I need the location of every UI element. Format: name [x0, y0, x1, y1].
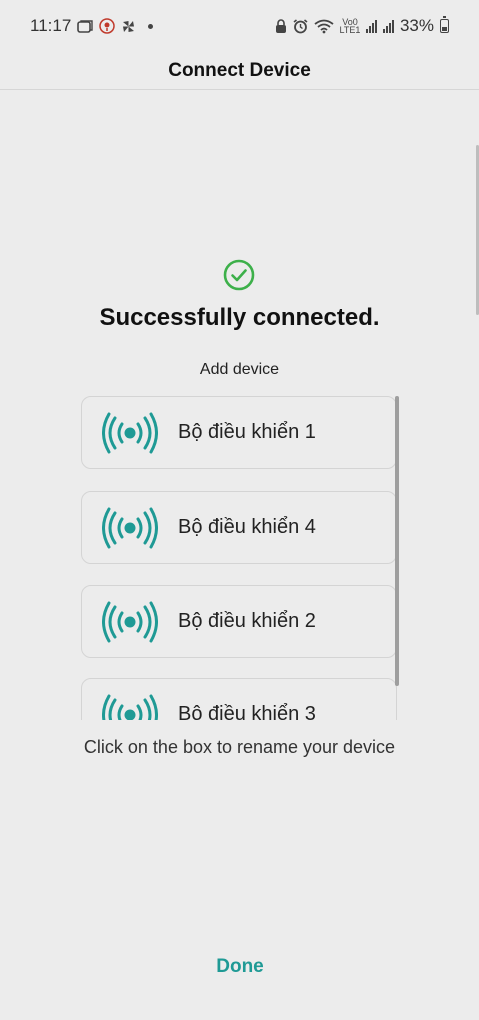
battery-percent: 33% [399, 16, 434, 35]
device-name: Bộ điều khiển 2 [178, 610, 316, 632]
gallery-icon [77, 19, 93, 33]
status-bar: 11:17 Vo0 LTE1 33% [0, 0, 479, 52]
alarm-icon [293, 18, 308, 34]
rename-hint: Click on the box to rename your device [83, 737, 396, 757]
status-bar-right: Vo0 LTE1 33% [275, 16, 449, 36]
location-alert-icon [99, 18, 116, 34]
signal-icon [382, 19, 394, 33]
notification-dot-icon [148, 23, 154, 29]
signal-broadcast-icon [100, 506, 160, 550]
device-list[interactable]: Bộ điều khiển 1 Bộ điều khiển 4 Bộ điều … [81, 396, 399, 720]
add-device-label: Add device [199, 361, 280, 378]
status-time: 11:17 [30, 16, 72, 35]
done-button[interactable]: Done [190, 950, 290, 984]
page-title: Connect Device [0, 52, 479, 90]
success-title: Successfully connected. [99, 304, 380, 331]
signal-broadcast-icon [100, 411, 160, 455]
battery-icon [440, 16, 449, 33]
pinwheel-icon [121, 19, 136, 34]
device-list-scrollbar[interactable] [395, 396, 399, 686]
check-circle-icon [223, 259, 255, 291]
device-card-3[interactable]: Bộ điều khiển 3 [81, 678, 397, 720]
signal-icon [365, 19, 377, 33]
device-card-2[interactable]: Bộ điều khiển 2 [81, 585, 397, 658]
device-card-4[interactable]: Bộ điều khiển 4 [81, 491, 397, 564]
status-bar-left: 11:17 [30, 16, 154, 36]
device-name: Bộ điều khiển 3 [178, 703, 316, 720]
volte-lte-icon: Vo0 LTE1 [339, 17, 361, 35]
signal-broadcast-icon [100, 600, 160, 644]
device-name: Bộ điều khiển 4 [178, 516, 316, 538]
wifi-icon [314, 19, 334, 34]
signal-broadcast-icon [100, 693, 160, 720]
connect-device-screen: 11:17 Vo0 LTE1 33% Connect Device Succes… [0, 0, 479, 1020]
device-card-1[interactable]: Bộ điều khiển 1 [81, 396, 397, 469]
device-name: Bộ điều khiển 1 [178, 421, 316, 443]
lock-icon [275, 18, 287, 34]
